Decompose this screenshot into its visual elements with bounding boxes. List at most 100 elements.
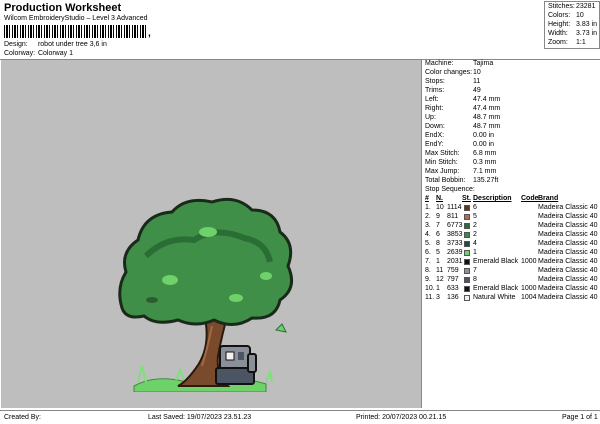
needle-number: 12 — [436, 276, 444, 283]
stop-number: 7. — [425, 258, 431, 265]
color-swatch — [464, 268, 470, 274]
info-endx: EndX: 0.00 in — [425, 132, 495, 139]
thread-brand: Madeira Classic 40 — [538, 204, 598, 211]
stop-sequence-row: 8. 11 759 7 Madeira Classic 40 — [425, 267, 600, 275]
color-description: 7 — [473, 267, 477, 274]
stop-sequence-header: # N. St. Description Code Brand — [425, 195, 559, 202]
color-description: Emerald Black — [473, 258, 519, 265]
stop-sequence-row: 4. 6 3853 2 Madeira Classic 40 — [425, 231, 600, 239]
footer: Created By: Last Saved: 19/07/2023 23.51… — [0, 410, 600, 424]
created-by: Created By: — [4, 414, 41, 421]
stop-number: 6. — [425, 249, 431, 256]
barcode — [4, 25, 148, 38]
stat-height: Height: 3.83 in — [548, 21, 598, 28]
stop-sequence-row: 11. 3 136 Natural White 1004 Madeira Classic … — [425, 294, 600, 302]
stop-sequence-row: 2. 9 811 5 Madeira Classic 40 — [425, 213, 600, 221]
color-description: 8 — [473, 276, 477, 283]
color-description: 6 — [473, 204, 477, 211]
color-swatch — [464, 223, 470, 229]
info-right: Right: 47.4 mm — [425, 105, 501, 112]
page-title: Production Worksheet — [4, 2, 122, 14]
leaf-highlight — [260, 272, 272, 280]
color-description: Natural White — [473, 294, 516, 301]
stat-width: Width: 3.73 in — [548, 30, 598, 37]
thread-brand: Madeira Classic 40 — [538, 240, 598, 247]
leaf-highlight — [199, 227, 217, 237]
color-swatch — [464, 286, 470, 292]
color-description: 4 — [473, 240, 477, 247]
stop-number: 2. — [425, 213, 431, 220]
design-preview — [1, 60, 422, 408]
needle-number: 6 — [436, 231, 440, 238]
color-swatch — [464, 241, 470, 247]
stop-number: 4. — [425, 231, 431, 238]
needle-number: 11 — [436, 267, 444, 274]
stop-number: 10. — [425, 285, 435, 292]
robot-panel — [238, 352, 244, 360]
stop-sequence-row: 9. 12 797 8 Madeira Classic 40 — [425, 276, 600, 284]
color-swatch — [464, 295, 470, 301]
leaf-shadow — [146, 297, 158, 303]
info-total-bobbin: Total Bobbin: 135.27ft — [425, 177, 499, 184]
tree-foliage — [118, 197, 294, 326]
falling-leaf — [274, 323, 287, 333]
color-swatch — [464, 259, 470, 265]
stitch-count: 3733 — [447, 240, 463, 247]
thread-brand: Madeira Classic 40 — [538, 231, 598, 238]
stop-sequence-title: Stop Sequence: — [425, 186, 475, 193]
robot-eye — [225, 351, 235, 361]
colorway-value: Colorway 1 — [37, 50, 73, 57]
embroidery-design — [118, 197, 294, 392]
info-left: Left: 47.4 mm — [425, 96, 501, 103]
thread-brand: Madeira Classic 40 — [538, 213, 598, 220]
needle-number: 1 — [436, 258, 440, 265]
thread-brand: Madeira Classic 40 — [538, 249, 598, 256]
info-max-stitch: Max Stitch: 6.8 mm — [425, 150, 497, 157]
design-label: Design: — [4, 41, 28, 48]
thread-brand: Madeira Classic 40 — [538, 276, 598, 283]
color-code: 1000 — [521, 258, 537, 265]
color-description: 5 — [473, 213, 477, 220]
stitch-count: 2639 — [447, 249, 463, 256]
stitch-count: 633 — [447, 285, 459, 292]
stop-sequence-row: 3. 7 6773 2 Madeira Classic 40 — [425, 222, 600, 230]
color-swatch — [464, 250, 470, 256]
info-down: Down: 48.7 mm — [425, 123, 501, 130]
stop-sequence-row: 7. 1 2031 Emerald Black 1000 Madeira Classic … — [425, 258, 600, 266]
stop-sequence-row: 1. 10 1114 6 Madeira Classic 40 — [425, 204, 600, 212]
stat-stitches: Stitches:23281 — [548, 3, 596, 10]
stitch-count: 811 — [447, 213, 459, 220]
info-stops: Stops: 11 — [425, 78, 481, 85]
stop-number: 3. — [425, 222, 431, 229]
stitch-count: 3853 — [447, 231, 463, 238]
stat-zoom: Zoom: 1:1 — [548, 39, 586, 46]
leaf-highlight — [229, 294, 243, 302]
stitch-count: 6773 — [447, 222, 463, 229]
color-swatch — [464, 232, 470, 238]
info-up: Up: 48.7 mm — [425, 114, 501, 121]
color-description: Emerald Black — [473, 285, 519, 292]
info-trims: Trims: 49 — [425, 87, 481, 94]
stop-number: 5. — [425, 240, 431, 247]
stats-box: Stitches:23281 Colors: 10 Height: 3.83 in … — [544, 1, 600, 49]
thread-brand: Madeira Classic 40 — [538, 258, 598, 265]
stitch-count: 759 — [447, 267, 459, 274]
needle-number: 5 — [436, 249, 440, 256]
stop-number: 9. — [425, 276, 431, 283]
colorway-row: Colorway: Colorway 1 — [4, 50, 73, 57]
thread-brand: Madeira Classic 40 — [538, 285, 598, 292]
colorway-label: Colorway: — [4, 50, 36, 57]
needle-number: 9 — [436, 213, 440, 220]
printed-date: Printed: 20/07/2023 00.21.15 — [356, 414, 447, 421]
stop-number: 8. — [425, 267, 431, 274]
stop-number: 1. — [425, 204, 431, 211]
stop-sequence-row: 5. 8 3733 4 Madeira Classic 40 — [425, 240, 600, 248]
stitch-count: 1114 — [447, 204, 462, 211]
color-swatch — [464, 277, 470, 283]
info-min-stitch: Min Stitch: 0.3 mm — [425, 159, 497, 166]
needle-number: 1 — [436, 285, 440, 292]
thread-brand: Madeira Classic 40 — [538, 267, 598, 274]
stop-sequence-row: 6. 5 2639 1 Madeira Classic 40 — [425, 249, 600, 257]
software-name: Wilcom EmbroideryStudio – Level 3 Advanc… — [4, 15, 148, 22]
info-max-jump: Max Jump: 7.1 mm — [425, 168, 497, 175]
